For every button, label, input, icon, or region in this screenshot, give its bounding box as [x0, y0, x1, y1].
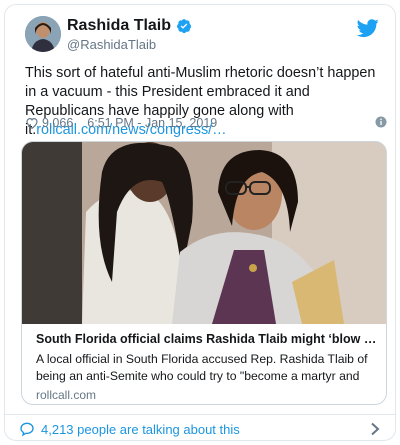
link-preview-card[interactable]: South Florida official claims Rashida Tl… — [21, 141, 387, 405]
tweet-meta: 9,066 6:51 PM - Jan 15, 2019 — [25, 115, 387, 131]
article-photo — [22, 142, 386, 324]
divider — [5, 414, 395, 415]
verified-badge-icon — [177, 19, 192, 34]
avatar-photo — [25, 16, 61, 52]
article-image — [22, 142, 386, 324]
author-handle[interactable]: @RashidaTlaib — [67, 37, 156, 52]
speech-bubble-icon — [20, 422, 34, 437]
tweet-embed-card: Rashida Tlaib @RashidaTlaib This sort of… — [4, 4, 396, 441]
conversation-footer[interactable]: 4,213 people are talking about this — [19, 420, 381, 438]
heart-icon[interactable] — [25, 116, 39, 130]
card-description: A local official in South Florida accuse… — [36, 352, 368, 383]
info-icon[interactable] — [375, 116, 387, 128]
like-count[interactable]: 9,066 — [42, 116, 73, 130]
timestamp[interactable]: 6:51 PM - Jan 15, 2019 — [87, 116, 217, 130]
card-title[interactable]: South Florida official claims Rashida Tl… — [36, 332, 378, 346]
card-domain: rollcall.com — [36, 388, 97, 402]
chevron-right-icon[interactable] — [369, 422, 381, 436]
avatar[interactable] — [25, 16, 61, 52]
twitter-bird-icon[interactable] — [357, 17, 379, 39]
talking-count[interactable]: 4,213 people are talking about this — [41, 422, 240, 437]
author-name-text[interactable]: Rashida Tlaib — [67, 17, 171, 35]
author-name[interactable]: Rashida Tlaib — [67, 17, 192, 35]
